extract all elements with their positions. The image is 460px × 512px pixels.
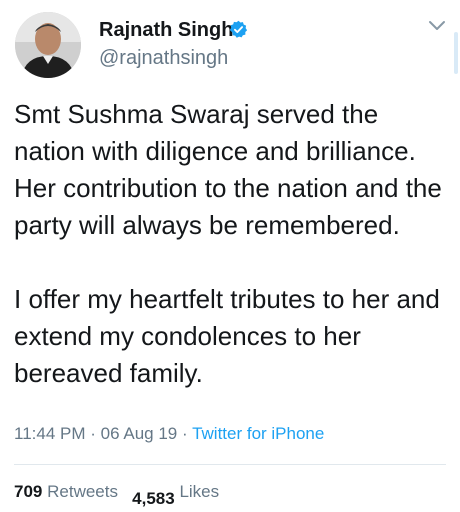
tweet-source-link[interactable]: Twitter for iPhone <box>192 424 324 443</box>
tweet-date[interactable]: 06 Aug 19 <box>101 424 178 443</box>
user-handle[interactable]: @rajnathsingh <box>99 47 228 70</box>
avatar[interactable] <box>15 12 81 78</box>
verified-badge-icon <box>229 20 248 38</box>
tweet-paragraph: I offer my heartfelt tributes to her and… <box>14 284 440 388</box>
divider <box>14 464 446 465</box>
tweet-text: Smt Sushma Swaraj served the nation with… <box>14 96 454 392</box>
retweets-stat[interactable]: 709 Retweets <box>14 482 123 501</box>
engagement-stats: 709 Retweets 4,583 Likes <box>14 482 219 508</box>
tweet-card: Rajnath Singh @rajnathsingh Smt Sushma S… <box>0 0 460 512</box>
retweets-count: 709 <box>14 482 43 501</box>
chevron-down-icon[interactable] <box>428 20 446 32</box>
display-name[interactable]: Rajnath Singh <box>99 19 233 42</box>
retweets-label: Retweets <box>47 482 118 501</box>
scroll-indicator <box>454 32 458 74</box>
tweet-time[interactable]: 11:44 PM <box>14 424 86 443</box>
tweet-meta: 11:44 PM · 06 Aug 19 · Twitter for iPhon… <box>14 424 324 444</box>
meta-separator: · <box>181 424 188 443</box>
likes-label: Likes <box>179 482 220 501</box>
tweet-paragraph: Smt Sushma Swaraj served the nation with… <box>14 99 442 240</box>
meta-separator: · <box>90 424 96 443</box>
likes-stat[interactable]: 4,583 Likes <box>132 482 219 508</box>
likes-count: 4,583 <box>132 489 175 508</box>
